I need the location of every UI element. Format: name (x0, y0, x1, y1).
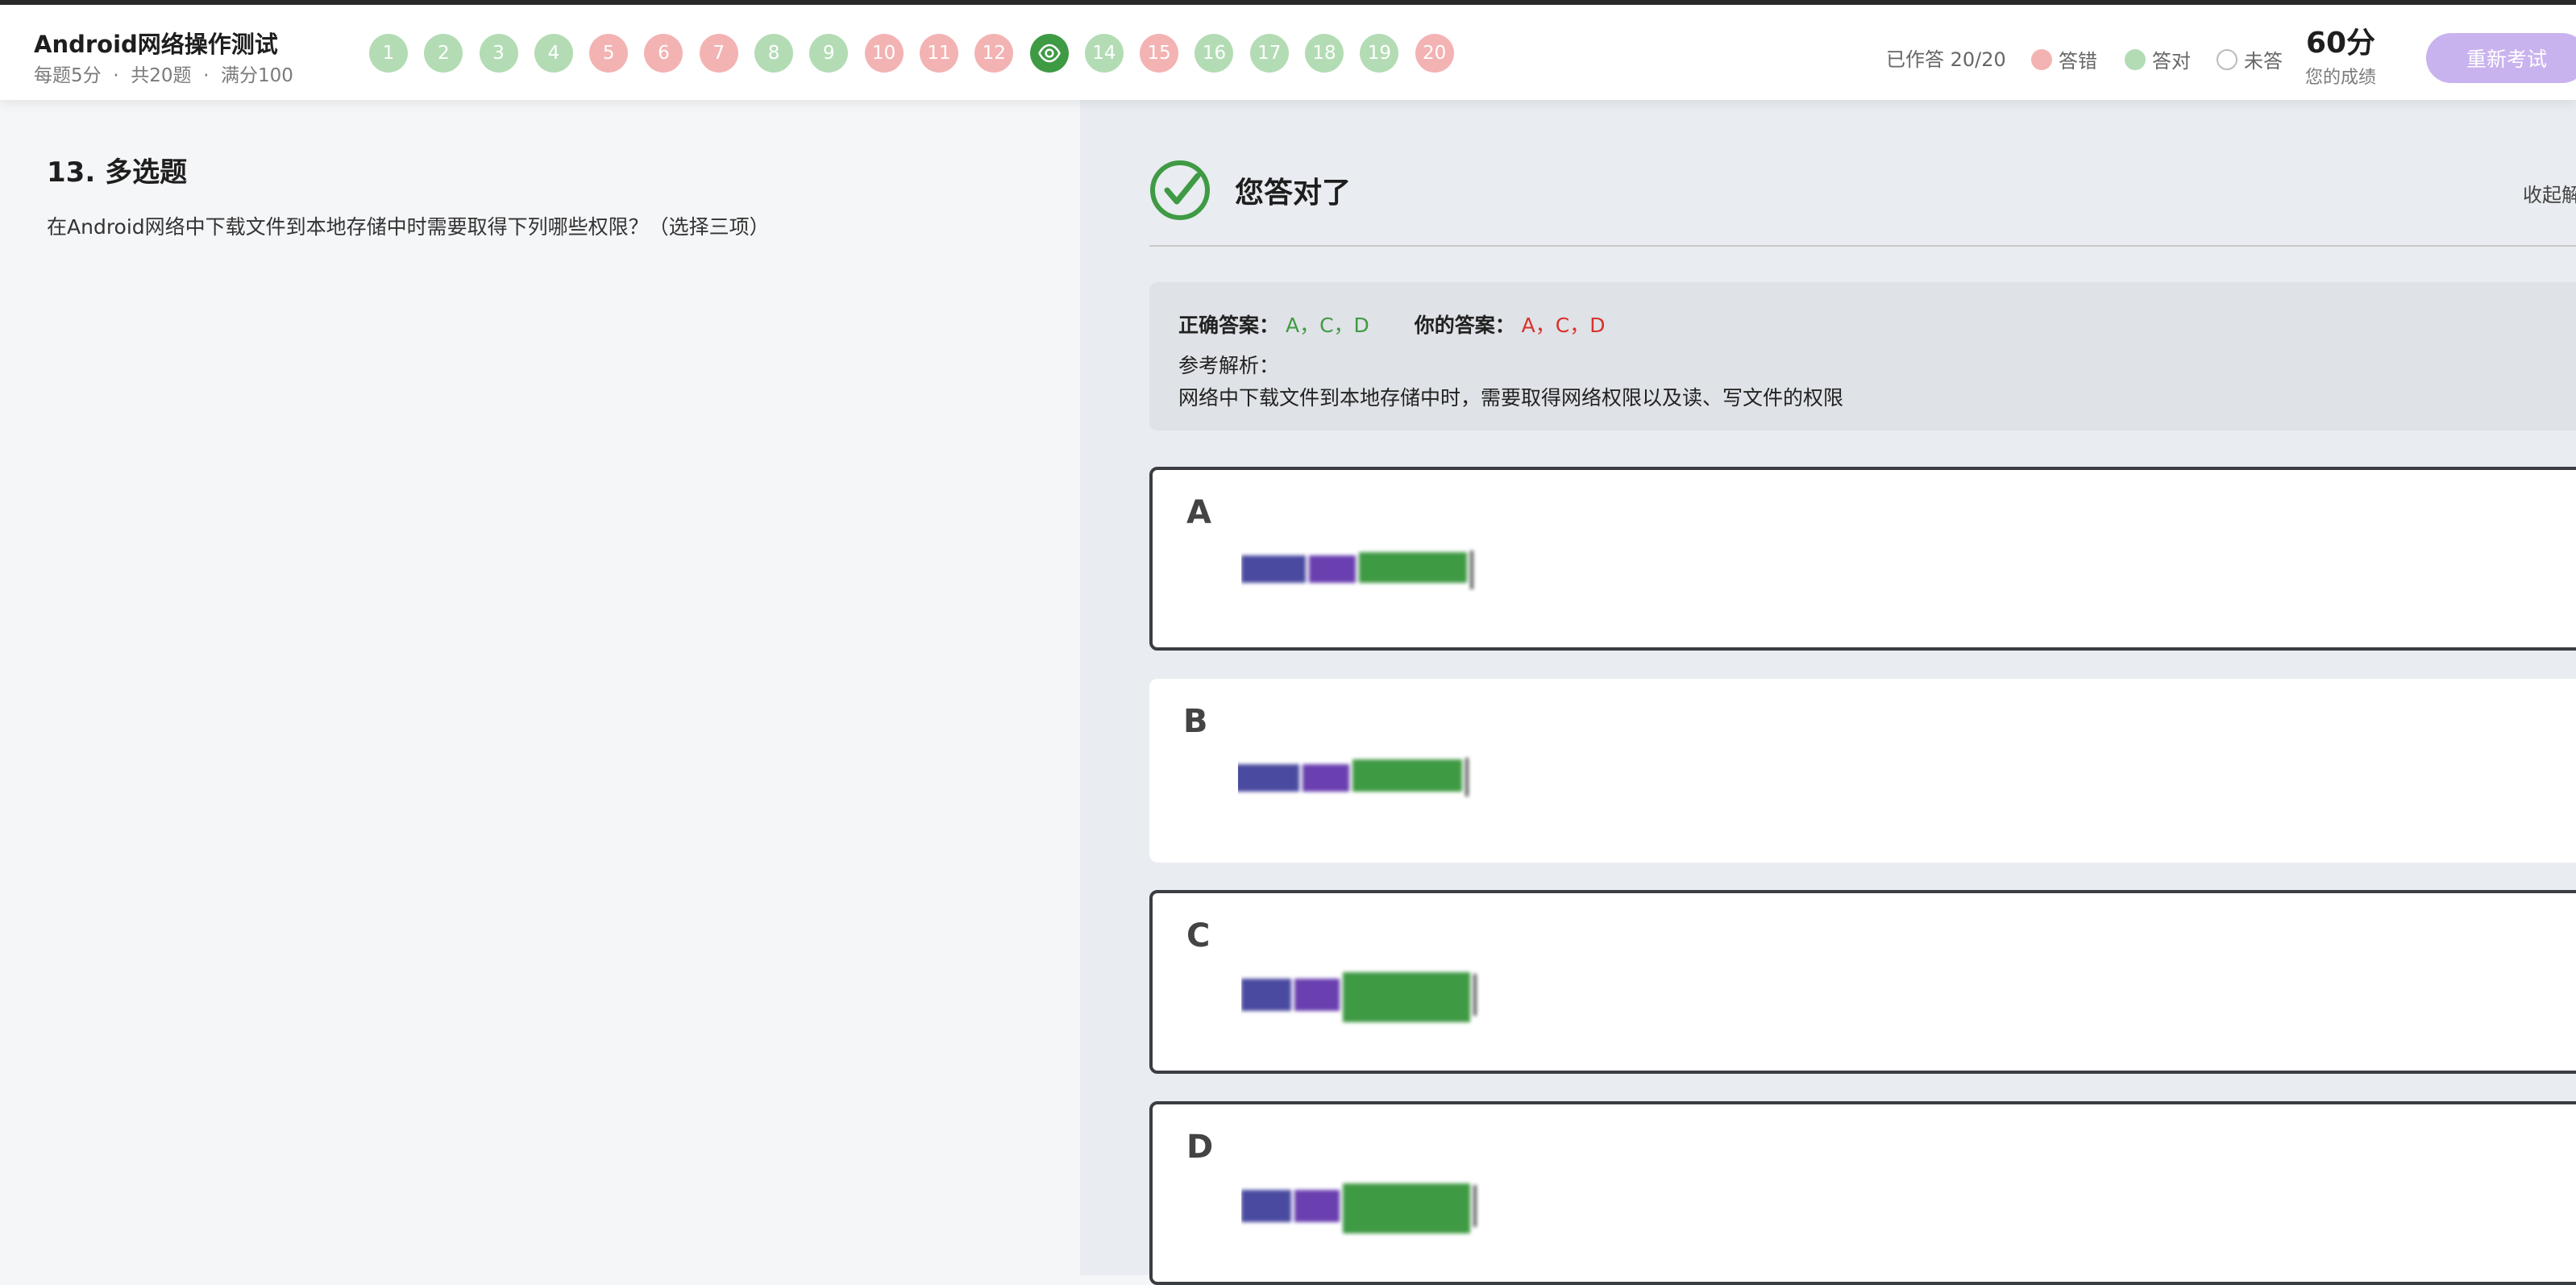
question-nav-5[interactable]: 5 (589, 34, 629, 73)
option-a-code-image (1241, 551, 1473, 589)
option-b-card[interactable]: B (1149, 679, 2576, 863)
legend-right-label: 答对 (2152, 50, 2191, 73)
question-nav-3[interactable]: 3 (479, 34, 518, 73)
question-nav-17[interactable]: 17 (1249, 34, 1289, 73)
question-nav-9[interactable]: 9 (809, 34, 849, 73)
score-label: 您的成绩 (2305, 68, 2377, 88)
explanation-text: 网络中下载文件到本地存储中时，需要取得网络权限以及读、写文件的权限 (1178, 386, 1844, 410)
answer-line: 正确答案： A，C，D 你的答案： A，C，D (1178, 310, 1605, 339)
divider (1149, 245, 2576, 247)
question-navigator: 1 2 3 4 5 6 7 8 9 10 11 12 14 15 16 17 18 19 20 (369, 34, 1470, 73)
legend-right: 答对 (2125, 45, 2191, 73)
your-answer-value: A，C，D (1521, 314, 1606, 337)
question-nav-18[interactable]: 18 (1305, 34, 1344, 73)
question-nav-13[interactable] (1029, 34, 1069, 73)
eye-icon (1037, 44, 1061, 63)
check-circle-icon (1150, 160, 1210, 220)
explanation-label: 参考解析： (1178, 354, 1280, 377)
question-nav-4[interactable]: 4 (534, 34, 573, 73)
question-nav-19[interactable]: 19 (1360, 34, 1399, 73)
answer-panel: 您答对了 收起解析 正确答案： A，C，D 你的答案： A，C，D 参考解析： … (1080, 100, 2576, 1285)
exam-subtitle: 每题5分 · 共20题 · 满分100 (34, 65, 293, 86)
question-nav-11[interactable]: 11 (919, 34, 958, 73)
collapse-explanation-button[interactable]: 收起解析 (2523, 179, 2576, 207)
exam-title: Android网络操作测试 (34, 31, 278, 58)
question-nav-6[interactable]: 6 (644, 34, 683, 73)
question-nav-7[interactable]: 7 (699, 34, 738, 73)
option-b-letter: B (1183, 703, 1208, 740)
question-panel: 13. 多选题 在Android网络中下载文件到本地存储中时需要取得下列哪些权限… (0, 100, 1080, 1275)
question-nav-10[interactable]: 10 (864, 34, 904, 73)
question-title: 13. 多选题 (47, 156, 188, 189)
legend-unanswered-label: 未答 (2244, 50, 2283, 73)
question-text: 在Android网络中下载文件到本地存储中时需要取得下列哪些权限？（选择三项） (47, 215, 770, 239)
score-value: 60分 (2305, 27, 2376, 60)
your-answer-label: 你的答案： (1414, 314, 1515, 337)
option-a-card[interactable]: A (1149, 467, 2576, 651)
score-box: 60分 您的成绩 (2305, 27, 2376, 89)
option-b-code-image (1238, 758, 1469, 796)
legend-wrong-label: 答错 (2059, 50, 2097, 73)
correct-answer-label: 正确答案： (1178, 314, 1280, 337)
question-nav-1[interactable]: 1 (369, 34, 408, 73)
option-d-card[interactable]: D (1149, 1101, 2576, 1285)
question-nav-14[interactable]: 14 (1084, 34, 1124, 73)
retake-button[interactable]: 重新考试 (2426, 33, 2576, 83)
question-nav-8[interactable]: 8 (754, 34, 794, 73)
question-nav-12[interactable]: 12 (974, 34, 1014, 73)
option-d-code-image (1241, 1183, 1477, 1233)
question-nav-15[interactable]: 15 (1140, 34, 1179, 73)
result-title: 您答对了 (1235, 177, 1352, 210)
header-bar: Android网络操作测试 每题5分 · 共20题 · 满分100 123456… (0, 5, 2576, 100)
right-dot-icon (2125, 48, 2146, 70)
option-c-card[interactable]: C (1149, 890, 2576, 1074)
question-nav-20[interactable]: 20 (1415, 34, 1454, 73)
option-c-code-image (1241, 972, 1477, 1022)
wrong-dot-icon (2031, 48, 2052, 70)
option-d-letter: D (1186, 1129, 1214, 1166)
question-nav-16[interactable]: 16 (1195, 34, 1234, 73)
answered-count: 已作答 20/20 (1886, 48, 2006, 71)
legend-unanswered: 未答 (2217, 45, 2283, 73)
option-a-letter: A (1186, 494, 1211, 531)
explanation-box: 正确答案： A，C，D 你的答案： A，C，D 参考解析： 网络中下载文件到本地… (1149, 282, 2576, 430)
question-nav-2[interactable]: 2 (424, 34, 463, 73)
option-c-letter: C (1186, 917, 1211, 954)
correct-answer-value: A，C，D (1285, 314, 1369, 337)
unanswered-dot-icon (2217, 48, 2237, 70)
legend-wrong: 答错 (2031, 45, 2097, 73)
